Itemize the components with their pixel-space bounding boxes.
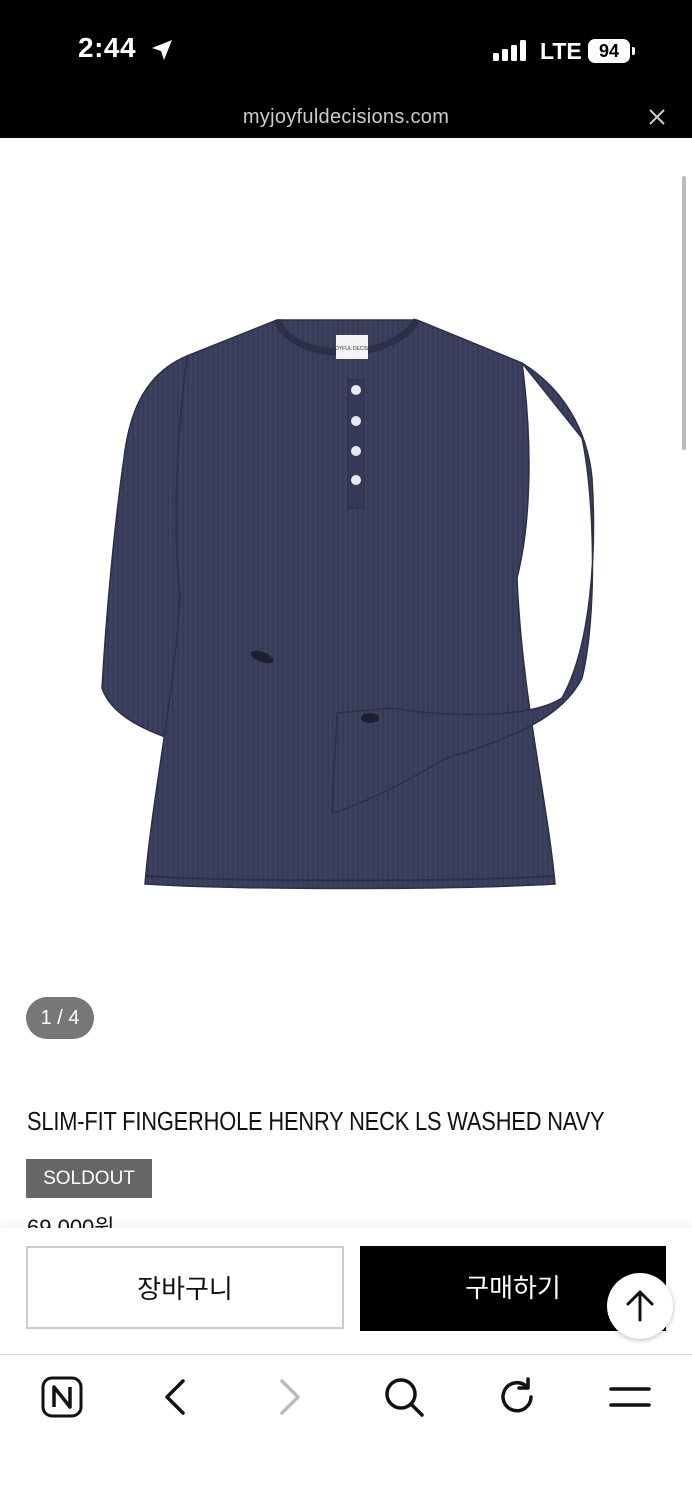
status-time: 2:44 — [78, 32, 137, 63]
browser-bottom-nav — [0, 1355, 692, 1500]
product-title: SLIM-FIT FINGERHOLE HENRY NECK LS WASHED… — [27, 1106, 605, 1136]
url-text: myjoyfuldecisions.com — [242, 106, 450, 128]
arrow-up-icon — [626, 1290, 654, 1322]
status-badge: SOLDOUT — [26, 1159, 152, 1198]
network-type: LTE — [540, 38, 582, 64]
product-image[interactable]: MY JOYFUL DECISIONS — [92, 318, 600, 897]
battery-icon: 94 — [588, 39, 630, 63]
battery-tip — [632, 47, 635, 55]
status-bar: 2:44 LTE 94 — [0, 0, 692, 96]
forward-icon[interactable] — [268, 1375, 312, 1419]
browser-url-bar[interactable]: myjoyfuldecisions.com — [0, 96, 692, 138]
back-icon[interactable] — [153, 1375, 197, 1419]
scroll-to-top-button[interactable] — [607, 1273, 673, 1339]
naver-icon[interactable] — [40, 1375, 84, 1419]
close-icon[interactable] — [647, 107, 667, 132]
cellular-signal-icon — [493, 40, 529, 67]
brand-label-text: MY JOYFUL DECISIONS — [324, 346, 381, 352]
refresh-icon[interactable] — [495, 1375, 539, 1419]
location-arrow-icon — [150, 38, 174, 67]
scrollbar[interactable] — [682, 176, 686, 450]
menu-icon[interactable] — [608, 1375, 652, 1419]
add-to-cart-button[interactable]: 장바구니 — [26, 1246, 344, 1329]
image-counter: 1 / 4 — [26, 997, 94, 1039]
search-icon[interactable] — [382, 1375, 426, 1419]
